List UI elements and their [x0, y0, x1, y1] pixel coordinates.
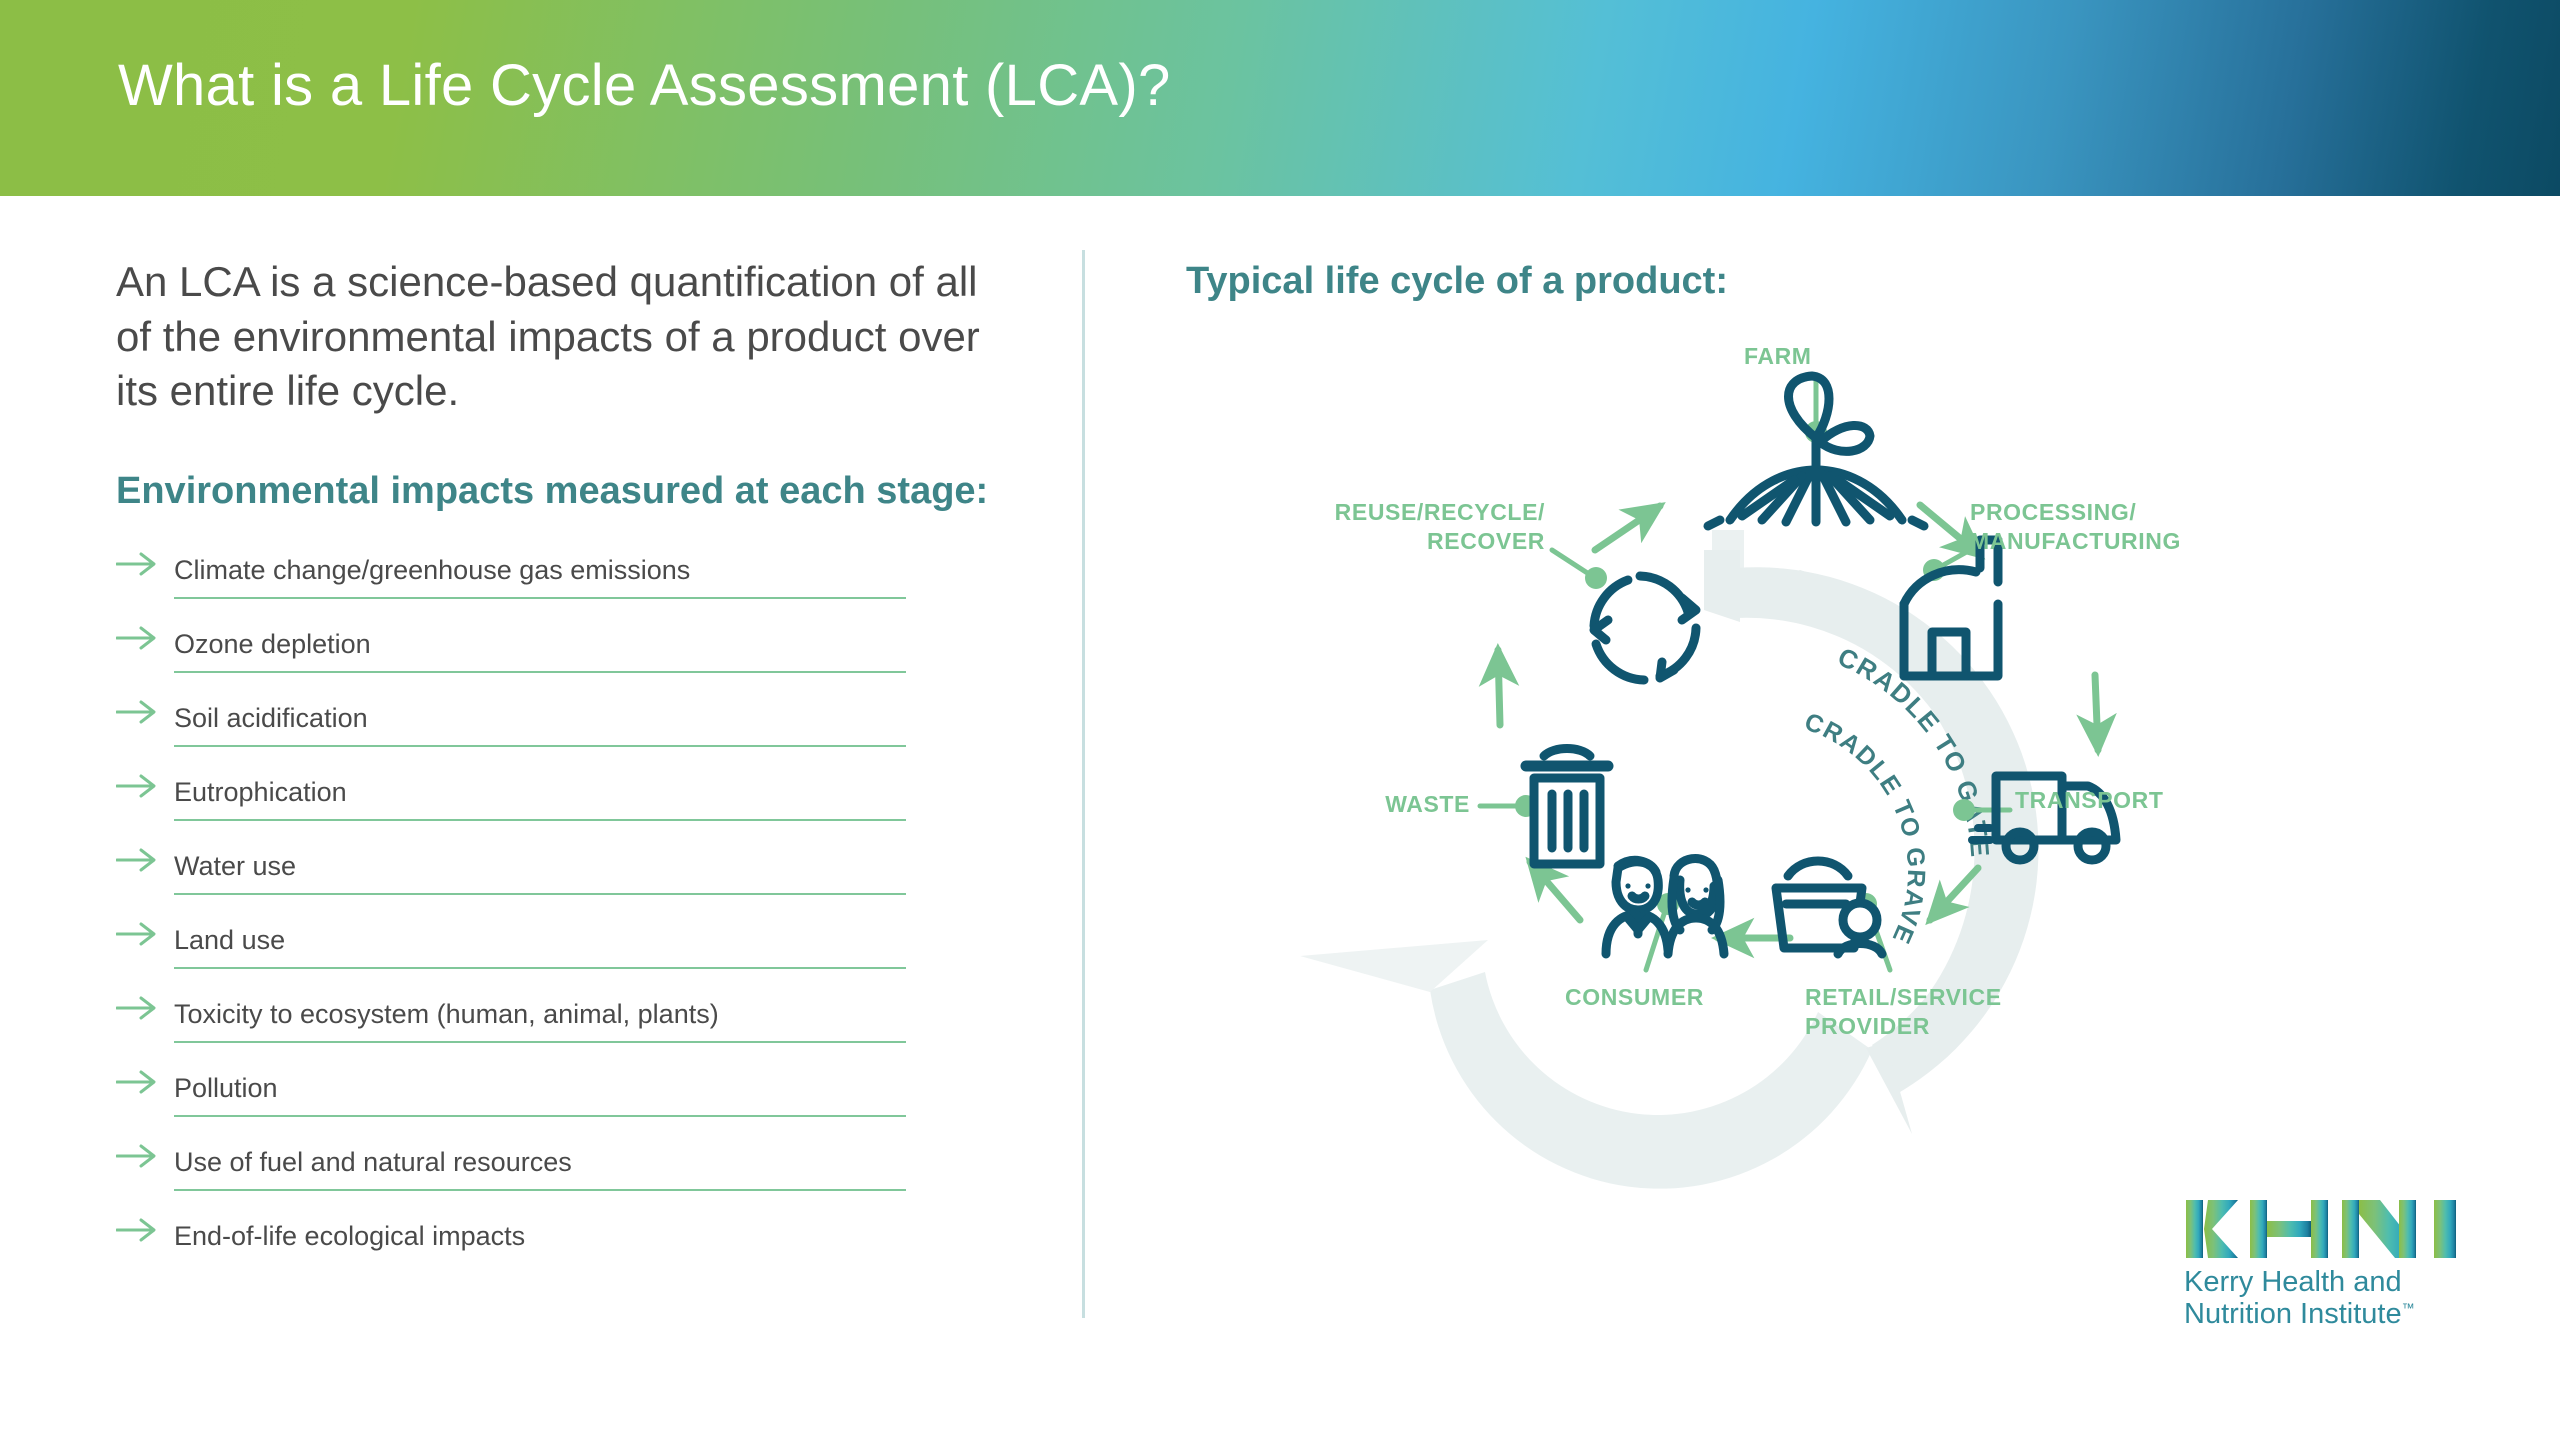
node-label-consumer: CONSUMER: [1565, 984, 1704, 1010]
impact-list-item: Pollution: [116, 1067, 906, 1141]
node-label-transport: TRANSPORT: [2015, 787, 2164, 813]
arrow-processing-to-transport: [2076, 671, 2117, 757]
impact-label: Ozone depletion: [174, 629, 371, 660]
left-content-column: An LCA is a science-based quantification…: [116, 255, 1016, 1289]
impact-list-item: Toxicity to ecosystem (human, animal, pl…: [116, 993, 906, 1067]
impact-list-item: Climate change/greenhouse gas emissions: [116, 549, 906, 623]
arrow-waste-to-reuse: [1478, 643, 1520, 729]
impact-divider: [174, 1189, 906, 1192]
arrow-right-icon: [116, 771, 174, 799]
impact-list-item: Soil acidification: [116, 697, 906, 771]
impact-list-item: Land use: [116, 919, 906, 993]
impact-label: Eutrophication: [174, 777, 347, 808]
impact-divider: [174, 597, 906, 600]
arrow-consumer-to-waste: [1525, 856, 1584, 924]
impact-list-item: Water use: [116, 845, 906, 919]
impact-label: Use of fuel and natural resources: [174, 1147, 572, 1178]
khni-logo: Kerry Health and Nutrition Institute™: [2184, 1198, 2462, 1331]
arrow-right-icon: [116, 1215, 174, 1243]
arrow-right-icon: [116, 1141, 174, 1169]
impact-list-item: Ozone depletion: [116, 623, 906, 697]
node-label-farm: FARM: [1744, 343, 1812, 369]
khni-logo-name: Kerry Health and Nutrition Institute: [2184, 1266, 2402, 1331]
slide: What is a Life Cycle Assessment (LCA)? A…: [0, 0, 2560, 1440]
header-banner: What is a Life Cycle Assessment (LCA)?: [0, 0, 2560, 196]
arrow-right-icon: [116, 845, 174, 873]
impact-label: End-of-life ecological impacts: [174, 1221, 526, 1252]
node-label-reuse: REUSE/RECYCLE/ RECOVER: [1334, 499, 1545, 555]
arrow-right-icon: [116, 549, 174, 577]
node-label-retail: RETAIL/SERVICE PROVIDER: [1805, 984, 2002, 1040]
impact-label: Pollution: [174, 1073, 278, 1104]
impact-divider: [174, 671, 906, 674]
khni-logo-text: Kerry Health and Nutrition Institute™: [2184, 1266, 2462, 1331]
page-title: What is a Life Cycle Assessment (LCA)?: [118, 53, 1171, 118]
khni-logomark-icon: [2186, 1200, 2456, 1258]
arrow-right-icon: [116, 919, 174, 947]
node-label-waste: WASTE: [1385, 791, 1470, 817]
arrow-right-icon: [116, 697, 174, 725]
column-divider: [1082, 250, 1085, 1318]
impact-list-item: End-of-life ecological impacts: [116, 1215, 906, 1289]
impact-list-item: Use of fuel and natural resources: [116, 1141, 906, 1215]
arrow-right-icon: [116, 623, 174, 651]
impact-divider: [174, 819, 906, 822]
impact-divider: [174, 1041, 906, 1044]
recycle-icon: [1589, 571, 1701, 685]
impact-label: Climate change/greenhouse gas emissions: [174, 555, 691, 586]
impact-divider: [174, 893, 906, 896]
impacts-list: Climate change/greenhouse gas emissions O…: [116, 549, 906, 1289]
impact-divider: [174, 1115, 906, 1118]
intro-paragraph: An LCA is a science-based quantification…: [116, 258, 980, 415]
trademark-symbol: ™: [2401, 1300, 2415, 1316]
arrow-right-icon: [116, 1067, 174, 1095]
impact-list-item: Eutrophication: [116, 771, 906, 845]
impact-divider: [174, 745, 906, 748]
impact-label: Toxicity to ecosystem (human, animal, pl…: [174, 999, 719, 1030]
node-label-processing: PROCESSING/ MANUFACTURING: [1970, 499, 2181, 555]
impacts-heading: Environmental impacts measured at each s…: [116, 469, 989, 512]
impact-label: Water use: [174, 851, 297, 882]
trash-bin-icon: [1520, 744, 1614, 869]
arrow-reuse-to-farm: [1591, 502, 1666, 554]
impact-label: Land use: [174, 925, 286, 956]
arrow-right-icon: [116, 993, 174, 1021]
impact-divider: [174, 967, 906, 970]
impact-label: Soil acidification: [174, 703, 368, 734]
